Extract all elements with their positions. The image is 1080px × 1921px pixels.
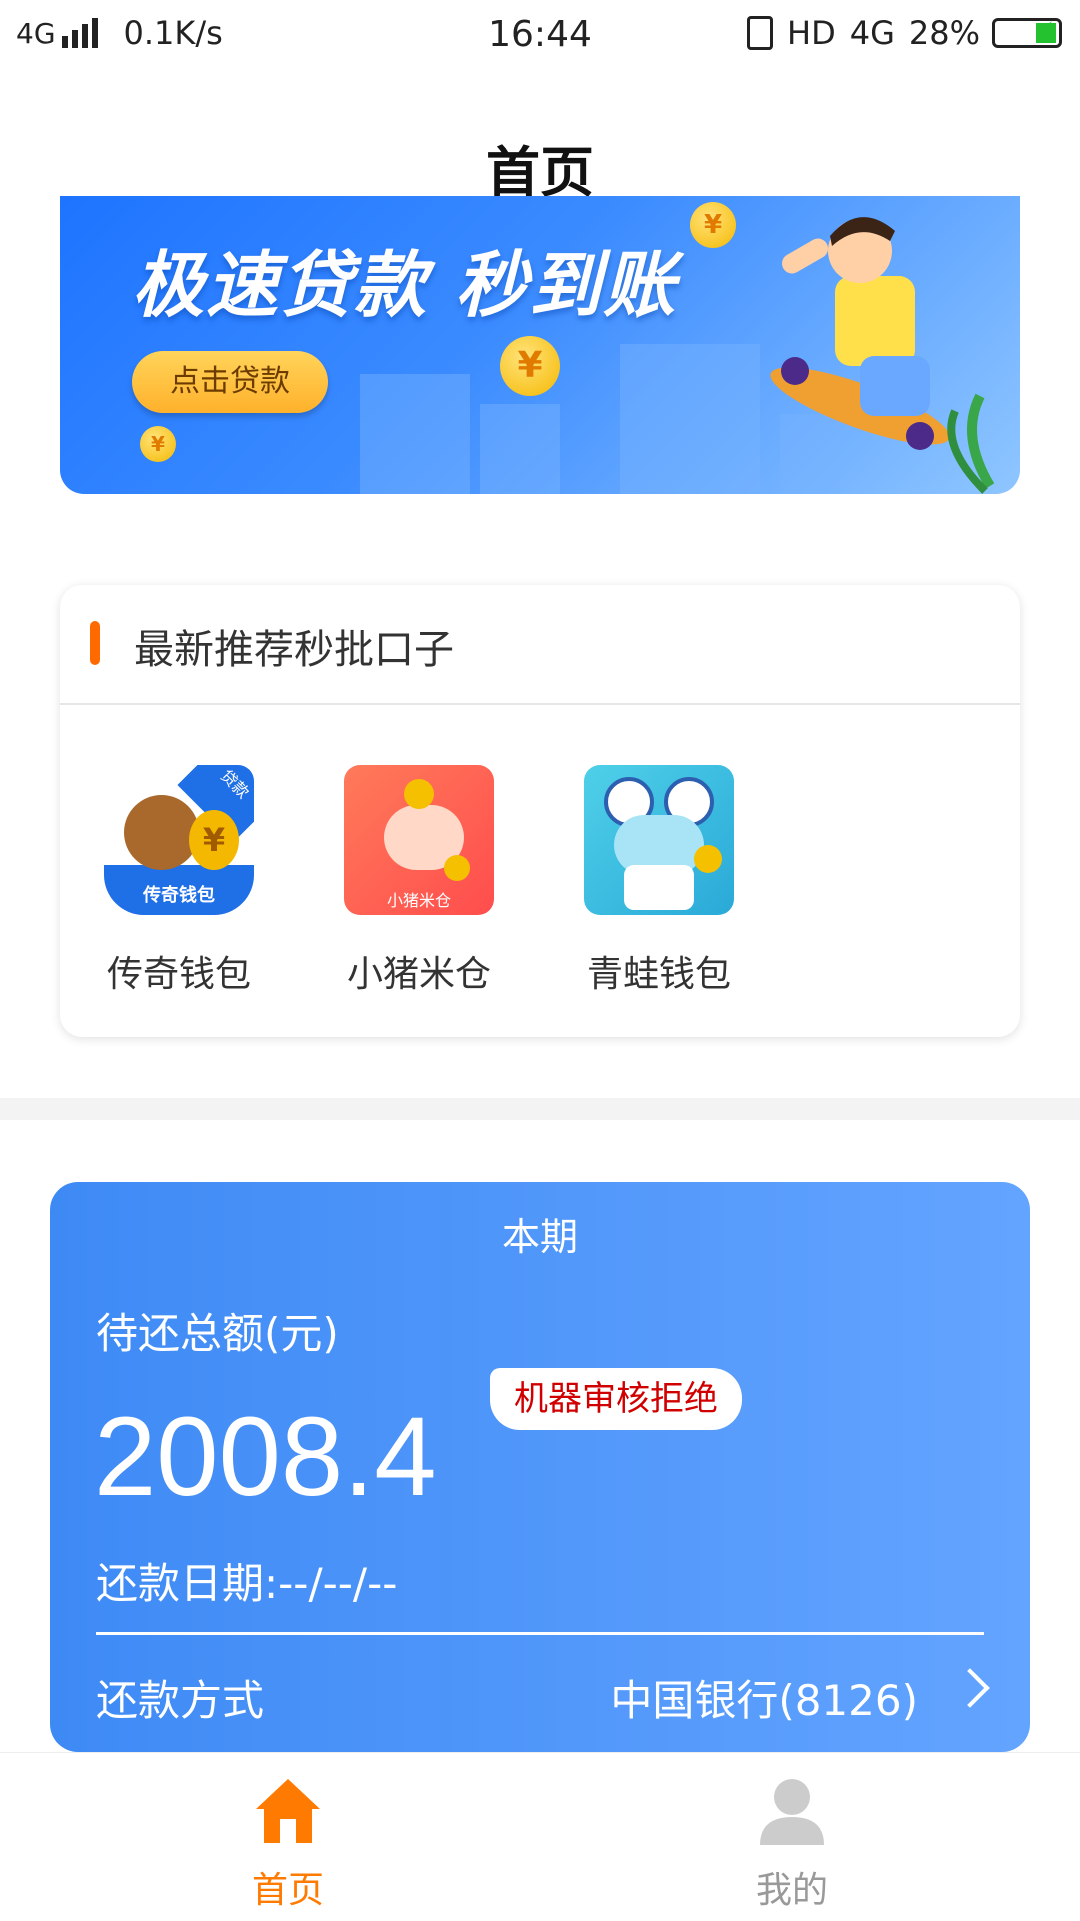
recommend-header: 最新推荐秒批口子 [60,585,1020,705]
home-icon [256,1779,320,1843]
coin-icon: ¥ [690,202,736,248]
tab-label: 首页 [251,1870,324,1911]
hd-indicator: HD [787,14,836,52]
network-type-right: 4G [849,14,895,52]
promo-banner[interactable]: 极速贷款 秒到账 点击贷款 ¥ ¥ ¥ [60,196,1020,494]
tab-home[interactable]: 首页 [188,1773,388,1913]
section-divider [0,1098,1080,1120]
review-status-badge: 机器审核拒绝 [490,1368,742,1430]
app-name: 青蛙钱包 [586,954,731,995]
chevron-right-icon[interactable] [950,1668,990,1708]
repayment-method-label: 还款方式 [96,1676,265,1725]
app-item-qingwa[interactable]: 青蛙钱包 [584,765,734,997]
coin-icon: ¥ [500,336,560,396]
tab-label: 我的 [755,1870,828,1911]
outstanding-label: 待还总额(元) [96,1309,339,1358]
battery-percent: 28% [908,14,980,52]
battery-icon: ⚡ [992,17,1062,48]
app-item-xiaozhu[interactable]: 小猪米仓 小猪米仓 [344,765,494,997]
tab-bar: 首页 我的 [0,1752,1080,1921]
current-period-label: 本期 [501,1215,578,1259]
skater-illustration [770,217,995,494]
chuanqi-wallet-icon: 贷款 ¥ 传奇钱包 [104,765,254,915]
frog-wallet-icon [584,765,734,915]
vibrate-icon [747,16,774,50]
divider-line [96,1632,984,1635]
status-bar: 4G 0.1K/s 16:44 HD 4G 28% ⚡ [0,0,1080,76]
outstanding-amount: 2008.4 [94,1394,437,1519]
banner-loan-button[interactable]: 点击贷款 [132,351,328,413]
app-name: 传奇钱包 [106,954,251,995]
banner-headline: 极速贷款 秒到账 [132,243,678,327]
accent-bar [90,621,100,665]
recommend-card: 最新推荐秒批口子 贷款 ¥ 传奇钱包 传奇钱包 小猪米仓 小猪米仓 青蛙钱包 [60,585,1020,1037]
piggy-bank-icon: 小猪米仓 [344,765,494,915]
repayment-card: 本期 待还总额(元) 2008.4 机器审核拒绝 还款日期:--/--/-- 还… [50,1182,1030,1752]
coin-icon: ¥ [140,426,176,462]
bank-account[interactable]: 中国银行(8126) [610,1667,918,1728]
app-item-chuanqi[interactable]: 贷款 ¥ 传奇钱包 传奇钱包 [104,765,254,997]
repayment-date: 还款日期:--/--/-- [96,1559,398,1608]
recommend-title: 最新推荐秒批口子 [134,627,454,673]
user-icon [760,1779,824,1845]
status-right: HD 4G 28% ⚡ [747,14,1062,52]
app-name: 小猪米仓 [346,954,491,995]
tab-profile[interactable]: 我的 [692,1773,892,1913]
